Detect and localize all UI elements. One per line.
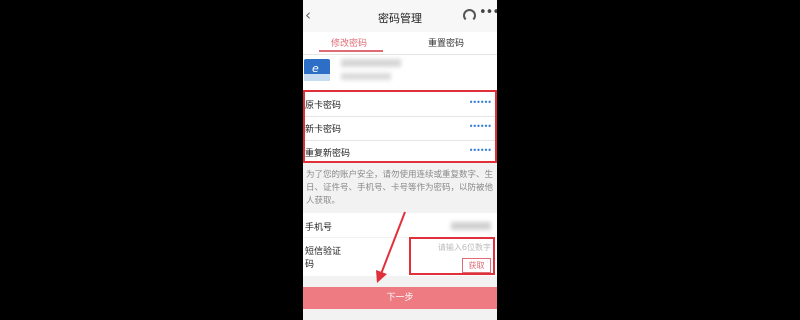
annotation-arrow bbox=[376, 211, 406, 283]
phone-screen: ‹ 密码管理 ••• 修改密码 重置密码 e 原卡密码 •••••• 新卡密码 … bbox=[303, 0, 497, 320]
